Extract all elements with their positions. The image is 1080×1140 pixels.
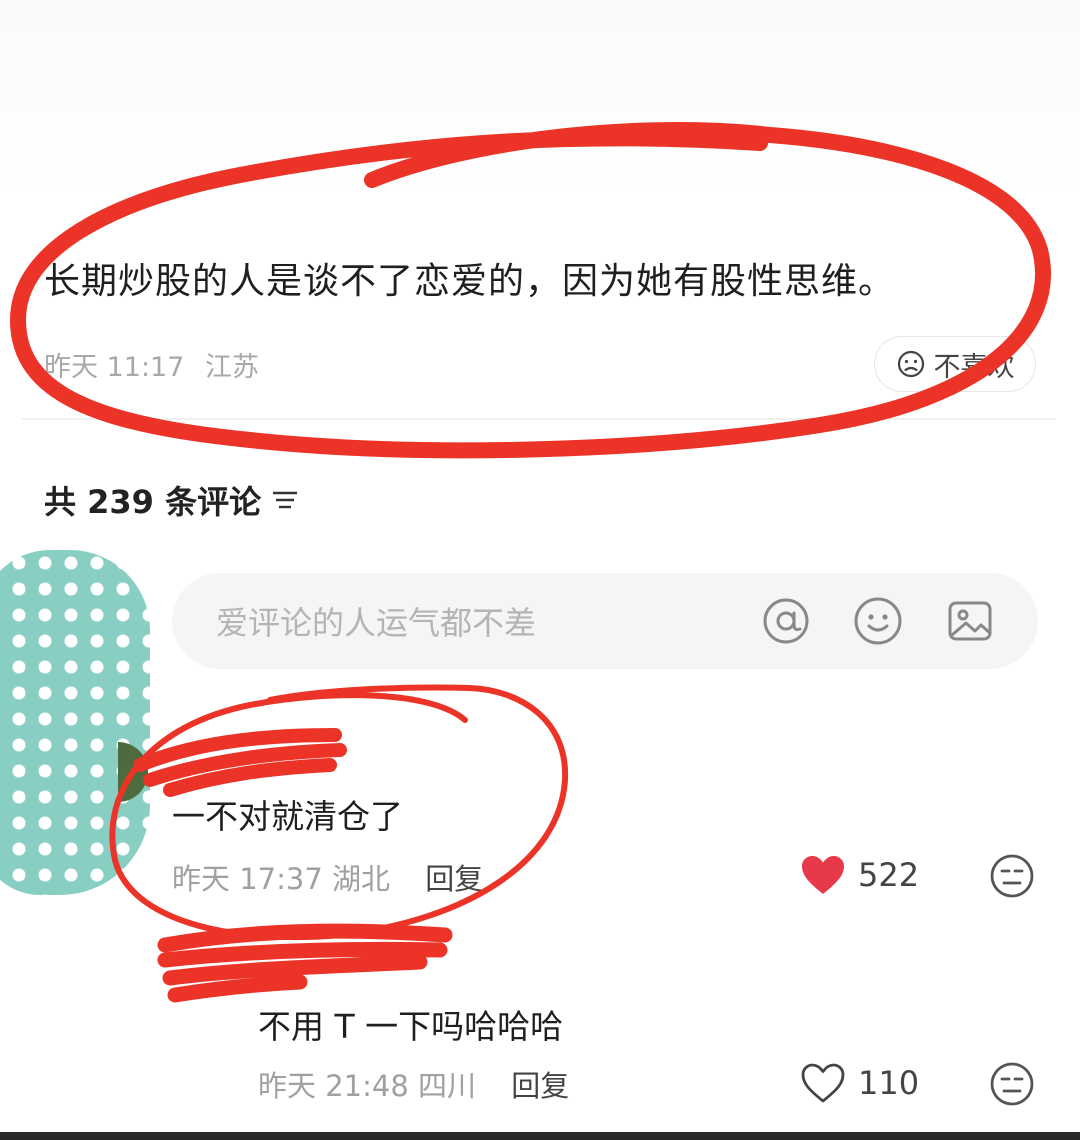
annotation-scribble-username	[157, 923, 453, 1003]
annotation-circle-comment	[109, 684, 569, 941]
annotation-scribble-username	[133, 728, 347, 797]
annotation-ellipse-post	[9, 122, 1052, 459]
bottom-bar	[0, 1132, 1080, 1140]
red-annotation-layer	[9, 122, 1052, 1003]
